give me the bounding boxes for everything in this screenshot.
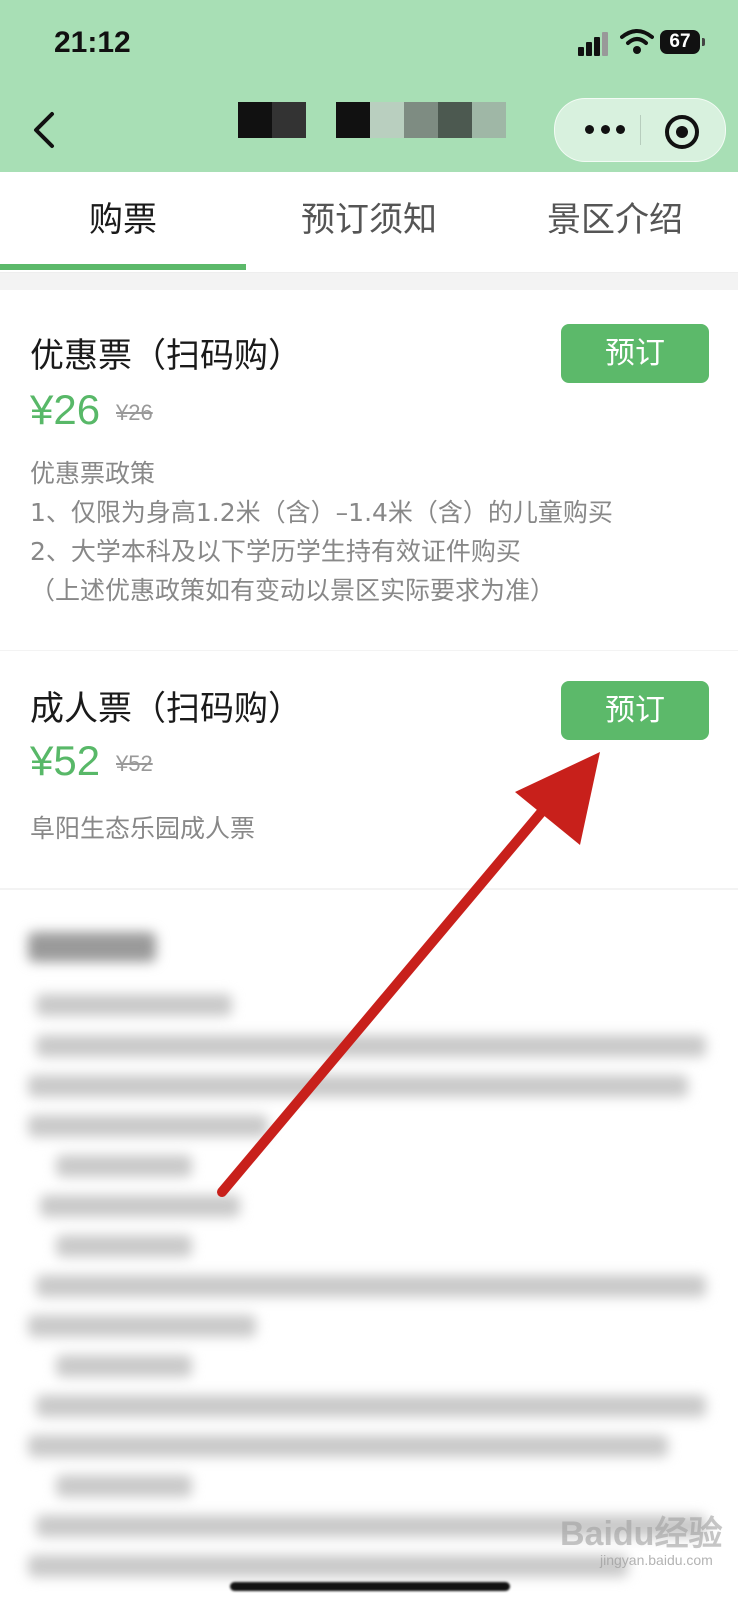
blurred-text-line [56, 1475, 192, 1497]
blurred-text-line [28, 1555, 628, 1577]
status-time: 21:12 [54, 26, 131, 59]
chevron-left-icon[interactable] [30, 110, 60, 150]
mini-program-capsule [554, 98, 726, 162]
description-line: 阜阳生态乐园成人票 [30, 814, 256, 843]
blurred-text-line [28, 1115, 268, 1137]
cellular-signal-icon [578, 30, 610, 56]
ticket-price: ¥26 [30, 386, 101, 433]
ticket-description: 阜阳生态乐园成人票 [30, 809, 255, 848]
target-circle-icon[interactable] [665, 115, 699, 149]
blurred-text-line [56, 1355, 192, 1377]
blurred-text-line [56, 1235, 192, 1257]
ticket-price: ¥52 [30, 737, 101, 784]
description-line: 1、仅限为身高1.2米（含）–1.4米（含）的儿童购买 [30, 498, 613, 527]
status-bar: 21:12 67 [0, 0, 738, 90]
tab-booking-notice[interactable]: 预订须知 [246, 172, 492, 272]
blurred-text-line [56, 1155, 192, 1177]
description-line: （上述优惠政策如有变动以景区实际要求为准） [30, 576, 556, 605]
ticket-card-discount: 优惠票（扫码购） 预订 ¥26 ¥26 优惠票政策 1、仅限为身高1.2米（含）… [0, 290, 738, 650]
capsule-divider [640, 115, 641, 145]
book-button[interactable]: 预订 [561, 324, 709, 383]
booking-notice-section-blurred [0, 890, 738, 1600]
ticket-original-price: ¥26 [116, 400, 153, 425]
page-title-redacted [238, 102, 506, 138]
ticket-description: 优惠票政策 1、仅限为身高1.2米（含）–1.4米（含）的儿童购买 2、大学本科… [30, 454, 613, 610]
ticket-title: 优惠票（扫码购） [30, 336, 302, 376]
ticket-title: 成人票（扫码购） [30, 689, 302, 729]
wifi-icon [620, 29, 654, 54]
blurred-text-line [36, 1275, 706, 1297]
blurred-text-line [36, 1395, 706, 1417]
more-dots-icon[interactable] [585, 122, 625, 136]
active-tab-indicator [0, 264, 246, 270]
book-button[interactable]: 预订 [561, 681, 709, 740]
battery-icon: 67 [660, 30, 705, 54]
tab-buy-ticket[interactable]: 购票 [0, 172, 246, 272]
baidu-watermark-url: jingyan.baidu.com [600, 1552, 713, 1568]
home-indicator [230, 1582, 510, 1591]
blurred-text-line [40, 1195, 240, 1217]
blurred-text-line [28, 1315, 256, 1337]
nav-bar [0, 90, 738, 172]
tab-bar: 购票 预订须知 景区介绍 [0, 172, 738, 273]
baidu-watermark: Baidu经验 [560, 1515, 723, 1553]
blurred-text-line [28, 1075, 688, 1097]
blurred-text-line [36, 1035, 706, 1057]
blurred-text-line [36, 994, 232, 1016]
ticket-card-adult: 成人票（扫码购） 预订 ¥52 ¥52 阜阳生态乐园成人票 [0, 651, 738, 888]
description-line: 优惠票政策 [30, 459, 156, 488]
notice-heading-blurred [28, 932, 156, 962]
ticket-original-price: ¥52 [116, 751, 153, 776]
blurred-text-line [28, 1435, 668, 1457]
description-line: 2、大学本科及以下学历学生持有效证件购买 [30, 537, 521, 566]
tab-scenic-intro[interactable]: 景区介绍 [492, 172, 738, 272]
